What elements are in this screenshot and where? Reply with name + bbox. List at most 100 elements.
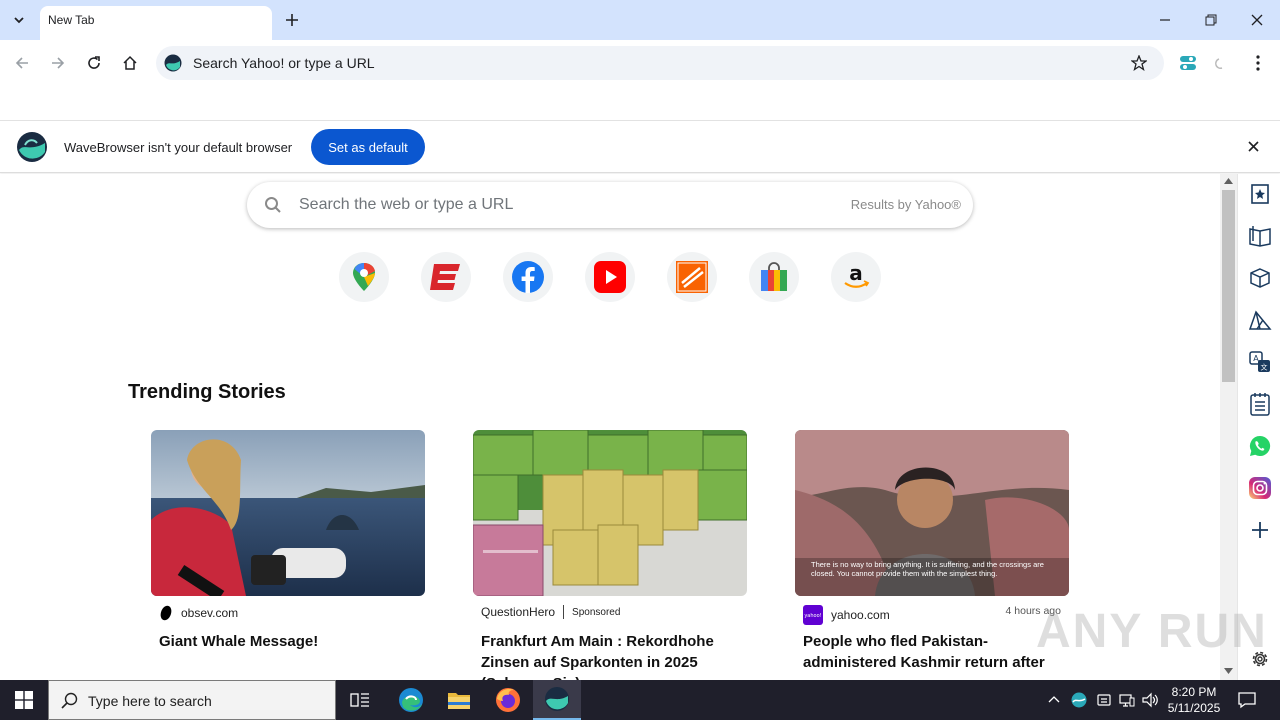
wavebrowser-tray-icon[interactable] (1071, 692, 1087, 708)
scroll-thumb[interactable] (1222, 190, 1235, 382)
network-drive-icon[interactable] (1096, 692, 1112, 708)
start-button[interactable] (0, 680, 48, 720)
task-view-icon (350, 693, 369, 707)
story-card[interactable]: obsev.com Giant Whale Message! (151, 430, 425, 650)
close-icon (1251, 14, 1263, 26)
wavebrowser-logo-icon (17, 132, 47, 162)
sidepanel-shopping[interactable] (1247, 307, 1273, 333)
story-card[interactable]: There is no way to bring anything. It is… (795, 430, 1069, 671)
story-image-whale (151, 430, 425, 596)
taskbar-firefox[interactable] (484, 680, 532, 720)
home-icon (123, 55, 137, 70)
taskbar-search-box[interactable]: Type here to search (48, 680, 336, 720)
extensions-button[interactable] (1175, 50, 1201, 76)
restore-button[interactable] (1199, 8, 1223, 32)
address-bar[interactable]: Search Yahoo! or type a URL (156, 46, 1164, 80)
sponsored-label: Sponsored (572, 606, 621, 618)
story-card[interactable]: QuestionHero Sponsored Frankfurt Am Main… (473, 430, 747, 680)
bookmark-bar (0, 86, 1280, 121)
shortcut-facebook[interactable] (503, 252, 553, 302)
notification-icon[interactable] (1238, 691, 1256, 709)
forward-button[interactable] (45, 50, 71, 76)
shortcut-youtube[interactable] (585, 252, 635, 302)
infobar-message: WaveBrowser isn't your default browser (64, 140, 293, 155)
story-title[interactable]: Giant Whale Message! (159, 631, 421, 652)
shortcut-google-maps[interactable] (339, 252, 389, 302)
volume-icon[interactable] (1142, 692, 1160, 708)
new-tab-button[interactable] (280, 8, 304, 32)
home-depot-icon (676, 261, 708, 293)
tab-new-tab[interactable]: New Tab (40, 6, 272, 40)
story-source: yahoo.com (831, 608, 890, 622)
tab-search-button[interactable] (6, 8, 32, 32)
sidepanel-package[interactable] (1247, 265, 1273, 291)
minimize-button[interactable] (1153, 8, 1177, 32)
home-button[interactable] (117, 50, 143, 76)
network-icon[interactable] (1119, 692, 1135, 708)
story-title[interactable]: People who fled Pakistan-administered Ka… (803, 631, 1065, 673)
loading-icon (1215, 58, 1223, 69)
whatsapp-icon (1249, 435, 1271, 456)
profile-button[interactable] (1209, 50, 1235, 76)
shortcut-amazon[interactable]: a (831, 252, 881, 302)
shopping-icon (1248, 310, 1272, 330)
set-as-default-button[interactable]: Set as default (311, 129, 425, 165)
story-title[interactable]: Frankfurt Am Main : Rekordhohe Zinsen au… (481, 631, 743, 680)
arrow-right-icon (52, 57, 65, 69)
shortcut-home-depot[interactable] (667, 252, 717, 302)
sidepanel-checklist[interactable] (1247, 391, 1273, 417)
more-vertical-icon (1256, 55, 1260, 71)
close-window-button[interactable] (1245, 8, 1269, 32)
task-view-button[interactable] (336, 680, 384, 720)
obsev-logo-icon (160, 605, 172, 621)
instagram-icon (1249, 477, 1271, 499)
plus-icon (286, 14, 298, 26)
toolbar: Search Yahoo! or type a URL (0, 40, 1280, 86)
address-bar-placeholder: Search Yahoo! or type a URL (193, 55, 375, 71)
add-icon (1252, 522, 1268, 538)
svg-text:a: a (849, 262, 863, 285)
default-browser-infobar: WaveBrowser isn't your default browser S… (0, 121, 1280, 173)
menu-button[interactable] (1245, 50, 1271, 76)
shortcut-shopping[interactable] (749, 252, 799, 302)
sidepanel-translate[interactable]: A文 (1247, 349, 1273, 375)
taskbar: Type here to search 8:20 PM 5/11/2025 (0, 680, 1280, 720)
sidepanel-instagram[interactable] (1247, 475, 1273, 501)
espn-icon (430, 264, 460, 290)
reading-list-icon (1249, 226, 1271, 247)
windows-logo-icon (15, 691, 33, 709)
arrow-left-icon (15, 57, 28, 69)
reload-button[interactable] (81, 50, 107, 76)
sidepanel-bookmarks[interactable] (1247, 181, 1273, 207)
taskbar-clock[interactable]: 8:20 PM 5/11/2025 (1164, 684, 1224, 716)
checklist-icon (1250, 393, 1270, 416)
restore-icon (1205, 14, 1217, 26)
close-icon[interactable] (1248, 141, 1259, 152)
trending-stories-heading: Trending Stories (128, 381, 286, 403)
image-caption: There is no way to bring anything. It is… (811, 560, 1044, 578)
sidepanel-whatsapp[interactable] (1247, 433, 1273, 459)
clock-date: 5/11/2025 (1167, 701, 1221, 715)
back-button[interactable] (9, 50, 35, 76)
taskbar-wavebrowser[interactable] (533, 680, 581, 720)
sidepanel-reading-list[interactable] (1247, 223, 1273, 249)
reload-icon (88, 56, 100, 69)
shopping-bag-icon (761, 262, 787, 291)
svg-text:A: A (1253, 354, 1259, 363)
star-icon[interactable] (1131, 55, 1147, 71)
sidepanel-add[interactable] (1247, 517, 1273, 543)
scroll-down-arrow-icon[interactable] (1224, 668, 1233, 674)
chevron-up-icon[interactable] (1048, 695, 1060, 703)
taskbar-file-explorer[interactable] (435, 680, 483, 720)
box-icon (1250, 268, 1270, 288)
shortcut-espn[interactable] (421, 252, 471, 302)
title-bar: New Tab (0, 0, 1280, 40)
chevron-down-icon (14, 17, 24, 24)
page-search-box[interactable]: Search the web or type a URL Results by … (247, 182, 973, 228)
story-image-kashmir: There is no way to bring anything. It is… (795, 430, 1069, 596)
taskbar-edge[interactable] (387, 680, 435, 720)
edge-icon (399, 688, 423, 712)
scroll-up-arrow-icon[interactable] (1224, 178, 1233, 184)
firefox-icon (496, 688, 520, 712)
amazon-icon: a (844, 262, 870, 288)
